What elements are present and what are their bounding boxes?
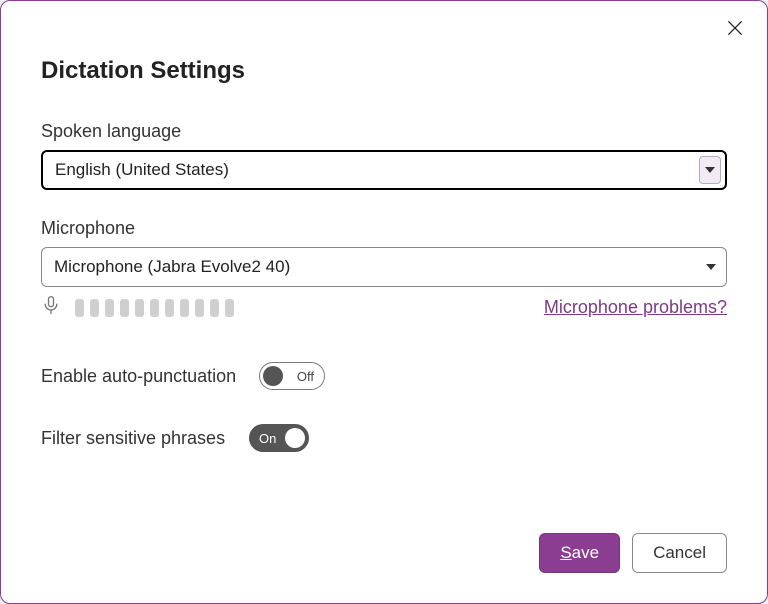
chevron-down-icon	[699, 156, 721, 184]
microphone-problems-link[interactable]: Microphone problems?	[544, 297, 727, 318]
microphone-label: Microphone	[41, 218, 727, 239]
cancel-button[interactable]: Cancel	[632, 533, 727, 573]
toggle-state-label: On	[259, 431, 276, 446]
close-icon	[725, 18, 745, 41]
toggle-knob	[263, 366, 283, 386]
language-label: Spoken language	[41, 121, 727, 142]
microphone-select-value: Microphone (Jabra Evolve2 40)	[54, 257, 290, 277]
close-button[interactable]	[721, 15, 749, 43]
dialog-button-row: Save Cancel	[539, 533, 727, 573]
dialog-title: Dictation Settings	[41, 57, 727, 85]
microphone-icon	[41, 295, 61, 320]
save-button-label: Save	[560, 543, 599, 563]
toggle-state-label: Off	[297, 369, 314, 384]
filter-sensitive-label: Filter sensitive phrases	[41, 428, 231, 449]
auto-punctuation-toggle[interactable]: Off	[259, 362, 325, 390]
chevron-down-icon	[698, 250, 724, 284]
language-select-value: English (United States)	[55, 160, 229, 180]
microphone-select[interactable]: Microphone (Jabra Evolve2 40)	[41, 247, 727, 287]
dictation-settings-dialog: Dictation Settings Spoken language Engli…	[0, 0, 768, 604]
filter-sensitive-toggle[interactable]: On	[249, 424, 309, 452]
language-select[interactable]: English (United States)	[41, 150, 727, 190]
save-button[interactable]: Save	[539, 533, 620, 573]
auto-punctuation-label: Enable auto-punctuation	[41, 366, 241, 387]
microphone-level-meter	[75, 299, 234, 317]
toggle-knob	[285, 428, 305, 448]
